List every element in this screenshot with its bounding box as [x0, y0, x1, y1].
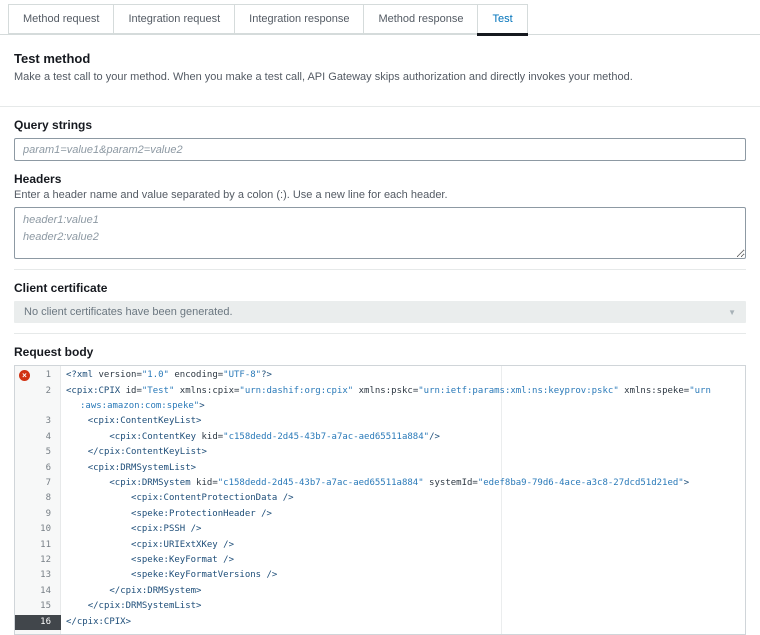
editor-row[interactable]: 3 <cpix:ContentKeyList>	[15, 414, 745, 429]
code-line: <speke:KeyFormatVersions />	[61, 568, 745, 583]
line-number: 10	[15, 522, 61, 537]
line-number: 13	[15, 568, 61, 583]
headers-description: Enter a header name and value separated …	[14, 189, 746, 201]
editor-row[interactable]: 1×<?xml version="1.0" encoding="UTF-8"?>	[15, 368, 745, 383]
editor-row[interactable]: 15 </cpix:DRMSystemList>	[15, 599, 745, 614]
editor-row[interactable]: 4 <cpix:ContentKey kid="c158dedd-2d45-43…	[15, 430, 745, 445]
editor-row[interactable]: 2<cpix:CPIX id="Test" xmlns:cpix="urn:da…	[15, 384, 745, 399]
divider	[14, 269, 746, 270]
client-certificate-select[interactable]: No client certificates have been generat…	[14, 301, 746, 323]
line-number: 11	[15, 538, 61, 553]
request-body-label: Request body	[14, 345, 746, 359]
line-number: 8	[15, 491, 61, 506]
line-number: 14	[15, 584, 61, 599]
editor-row[interactable]: 7 <cpix:DRMSystem kid="c158dedd-2d45-43b…	[15, 476, 745, 491]
content: Query strings Headers Enter a header nam…	[0, 118, 760, 635]
code-line: <cpix:PSSH />	[61, 522, 745, 537]
headers-input[interactable]	[14, 207, 746, 259]
error-icon: ×	[19, 370, 30, 381]
code-line: :aws:amazon:com:speke">	[61, 399, 745, 414]
divider	[0, 106, 760, 107]
client-certificate-label: Client certificate	[14, 281, 746, 295]
tab-integration-request[interactable]: Integration request	[113, 4, 235, 34]
line-number: 12	[15, 553, 61, 568]
code-line: <cpix:DRMSystem kid="c158dedd-2d45-43b7-…	[61, 476, 745, 491]
line-number: 1×	[15, 368, 61, 383]
line-number: 3	[15, 414, 61, 429]
line-number	[15, 399, 61, 414]
editor-row[interactable]: 8 <cpix:ContentProtectionData />	[15, 491, 745, 506]
line-number: 6	[15, 461, 61, 476]
code-line: </cpix:DRMSystemList>	[61, 599, 745, 614]
line-number: 4	[15, 430, 61, 445]
editor-row[interactable]: :aws:amazon:com:speke">	[15, 399, 745, 414]
line-number: 7	[15, 476, 61, 491]
tab-integration-response[interactable]: Integration response	[234, 4, 364, 34]
code-line: </cpix:CPIX>	[61, 615, 745, 630]
code-line: <cpix:CPIX id="Test" xmlns:cpix="urn:das…	[61, 384, 745, 399]
client-certificate-value: No client certificates have been generat…	[24, 306, 233, 318]
line-number: 9	[15, 507, 61, 522]
code-line: <cpix:ContentKey kid="c158dedd-2d45-43b7…	[61, 430, 745, 445]
editor-row[interactable]: 16</cpix:CPIX>	[15, 615, 745, 630]
code-line: <cpix:ContentKeyList>	[61, 414, 745, 429]
editor-row[interactable]: 11 <cpix:URIExtXKey />	[15, 538, 745, 553]
tab-test[interactable]: Test	[477, 4, 527, 34]
tab-method-request[interactable]: Method request	[8, 4, 114, 34]
page-description: Make a test call to your method. When yo…	[14, 70, 746, 84]
editor-row[interactable]: 10 <cpix:PSSH />	[15, 522, 745, 537]
line-number: 15	[15, 599, 61, 614]
line-number: 2	[15, 384, 61, 399]
tab-bar: Method requestIntegration requestIntegra…	[0, 0, 760, 35]
divider	[14, 333, 746, 334]
intro-section: Test method Make a test call to your met…	[0, 35, 760, 96]
editor-row[interactable]: 12 <speke:KeyFormat />	[15, 553, 745, 568]
tab-method-response[interactable]: Method response	[363, 4, 478, 34]
headers-label: Headers	[14, 172, 746, 186]
request-body-editor[interactable]: 1×<?xml version="1.0" encoding="UTF-8"?>…	[14, 365, 746, 635]
code-line: <cpix:ContentProtectionData />	[61, 491, 745, 506]
line-number: 5	[15, 445, 61, 460]
code-line: <speke:KeyFormat />	[61, 553, 745, 568]
code-line: <?xml version="1.0" encoding="UTF-8"?>	[61, 368, 745, 383]
code-line: <speke:ProtectionHeader />	[61, 507, 745, 522]
line-number: 16	[15, 615, 61, 630]
editor-row[interactable]: 9 <speke:ProtectionHeader />	[15, 507, 745, 522]
editor-rows: 1×<?xml version="1.0" encoding="UTF-8"?>…	[15, 368, 745, 630]
chevron-down-icon: ▼	[728, 308, 736, 317]
editor-row[interactable]: 5 </cpix:ContentKeyList>	[15, 445, 745, 460]
editor-row[interactable]: 13 <speke:KeyFormatVersions />	[15, 568, 745, 583]
code-line: </cpix:ContentKeyList>	[61, 445, 745, 460]
query-strings-input[interactable]	[14, 138, 746, 161]
query-strings-label: Query strings	[14, 118, 746, 132]
code-line: </cpix:DRMSystem>	[61, 584, 745, 599]
editor-row[interactable]: 6 <cpix:DRMSystemList>	[15, 461, 745, 476]
code-line: <cpix:DRMSystemList>	[61, 461, 745, 476]
code-line: <cpix:URIExtXKey />	[61, 538, 745, 553]
editor-row[interactable]: 14 </cpix:DRMSystem>	[15, 584, 745, 599]
page-title: Test method	[14, 51, 746, 66]
